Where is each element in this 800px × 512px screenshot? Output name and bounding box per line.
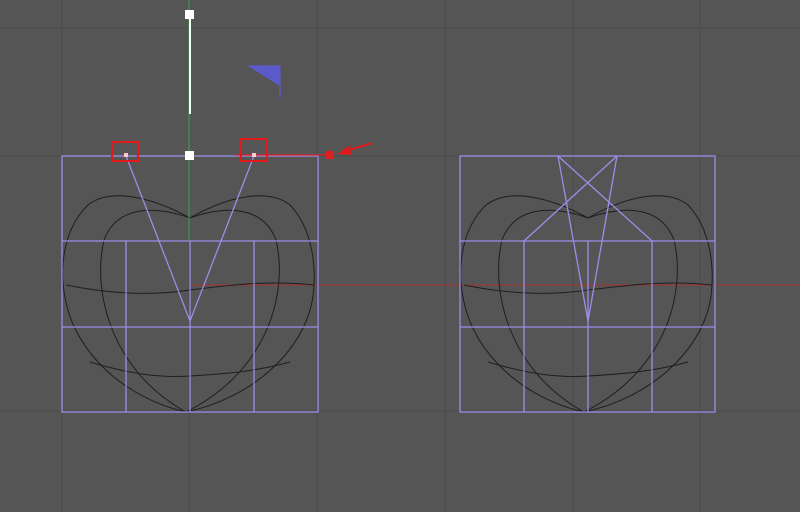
gizmo-center-handle[interactable] <box>185 151 194 160</box>
move-gizmo[interactable] <box>185 10 334 160</box>
3d-viewport[interactable] <box>0 0 800 512</box>
left-lattice-cage <box>61 155 319 413</box>
right-apple-mesh <box>460 195 713 413</box>
red-arrow-icon <box>337 142 373 155</box>
view-cube-corner-icon[interactable] <box>248 65 281 98</box>
selected-point-right-dot[interactable] <box>252 153 256 157</box>
selected-point-left-dot[interactable] <box>124 153 128 157</box>
selected-point-left[interactable] <box>111 141 139 162</box>
left-apple-mesh <box>62 195 315 413</box>
gizmo-y-handle[interactable] <box>185 10 194 19</box>
viewport-grid <box>0 0 800 512</box>
gizmo-x-handle[interactable] <box>326 151 334 159</box>
